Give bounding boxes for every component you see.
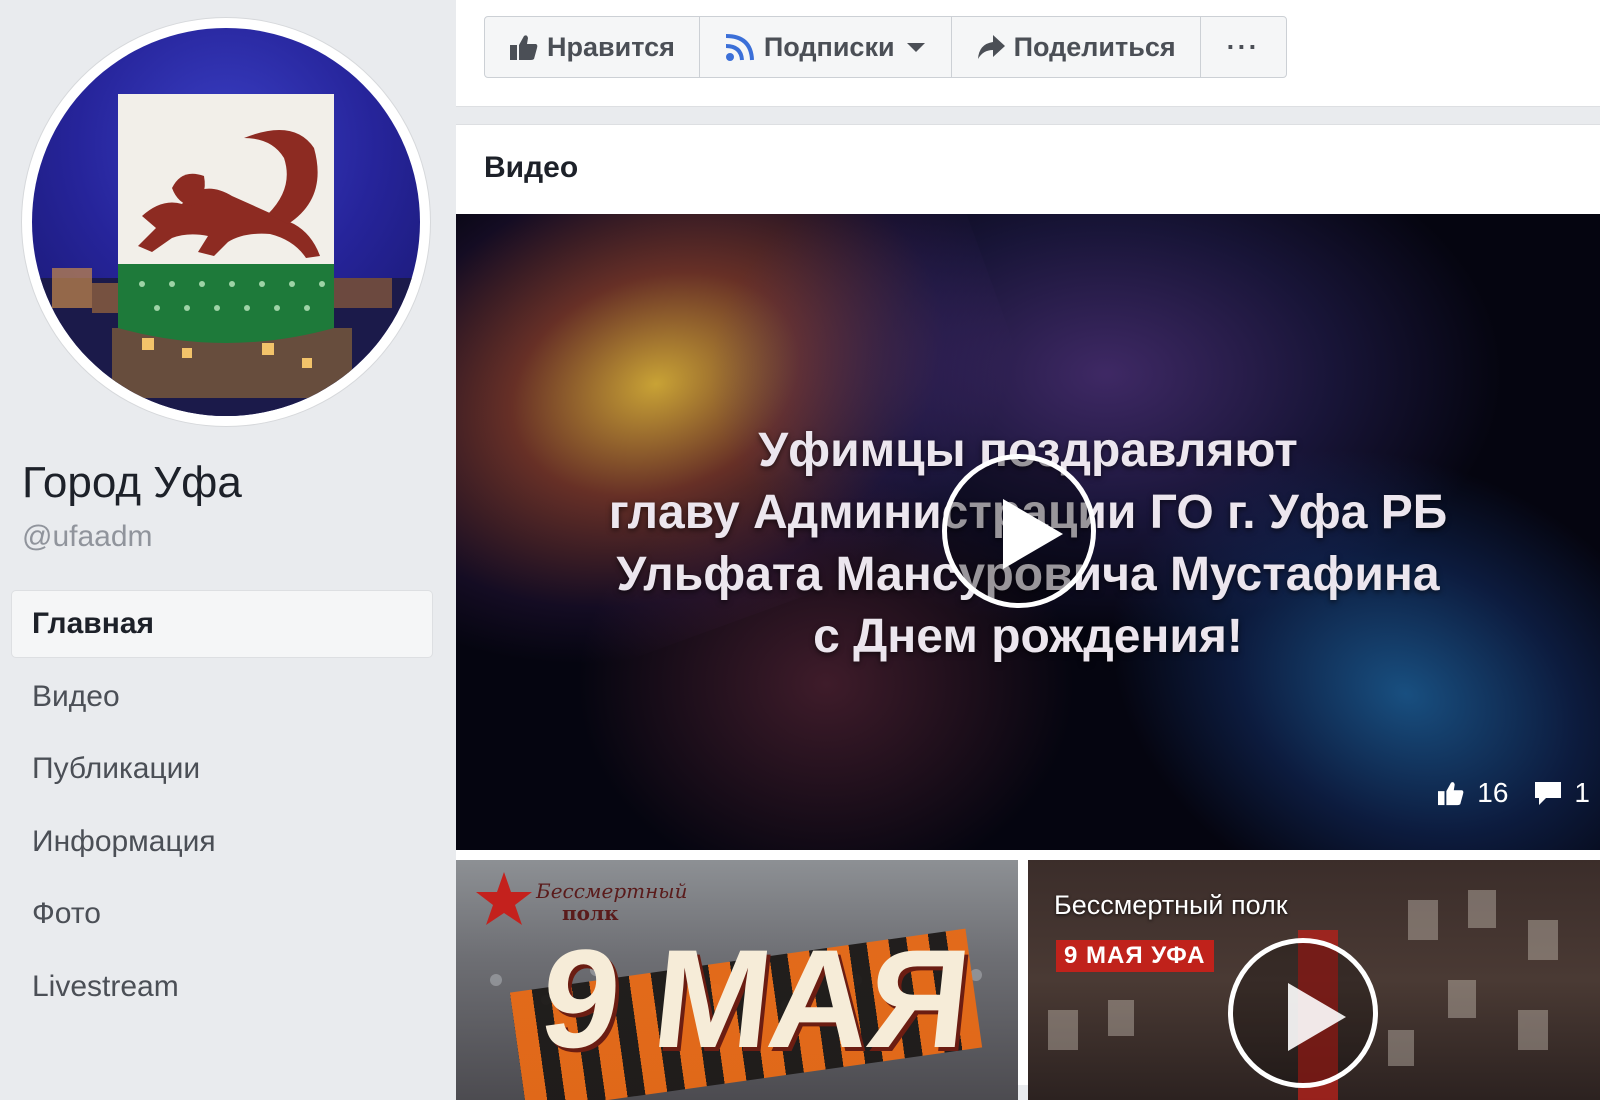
profile-picture [32, 28, 420, 416]
nav-item-videos[interactable]: Видео [12, 664, 432, 730]
follow-button-label: Подписки [763, 31, 895, 62]
follow-button[interactable]: Подписки [700, 17, 952, 77]
video-thumbnail[interactable]: Бессмертный полк 9 МАЯ УФА [1028, 860, 1600, 1100]
page-actions-bar: Нравится Подписки Поделиться ··· [456, 0, 1600, 107]
left-sidebar: Город Уфа @ufaadm Главная Видео Публикац… [0, 0, 456, 1067]
share-button[interactable]: Поделиться [952, 17, 1201, 77]
page-nav: Главная Видео Публикации Информация Фото… [12, 591, 432, 1026]
thumbnail-caption: Бессмертный полк [1054, 890, 1288, 920]
rss-icon [725, 34, 754, 61]
thumbs-up-icon [1438, 782, 1464, 806]
like-button[interactable]: Нравится [485, 17, 700, 77]
comment-count: 1 [1574, 777, 1590, 808]
share-arrow-icon [977, 35, 1005, 59]
page-title[interactable]: Город Уфа [22, 458, 242, 508]
nav-item-livestream[interactable]: Livestream [12, 954, 432, 1020]
nav-item-posts[interactable]: Публикации [12, 736, 432, 802]
may-9-title: 9 МАЯ [533, 920, 976, 1077]
nav-item-photos[interactable]: Фото [12, 881, 432, 947]
video-thumbnail[interactable]: Бессмертный полк 9 МАЯ [456, 860, 1018, 1100]
video-stats: 16 1 [1437, 777, 1600, 809]
play-button-icon[interactable] [942, 454, 1096, 608]
star-logo-icon [476, 872, 532, 925]
thumbs-up-icon [510, 35, 538, 60]
more-button[interactable]: ··· [1201, 17, 1286, 77]
video-comments: 1 [1534, 777, 1590, 809]
action-button-group: Нравится Подписки Поделиться ··· [484, 16, 1287, 78]
may-9-ufa-badge: 9 МАЯ УФА [1056, 940, 1214, 972]
play-button-icon[interactable] [1228, 938, 1378, 1088]
like-button-label: Нравится [547, 31, 675, 62]
polk-logo-line: Бессмертный [536, 879, 688, 903]
overlay-line: с Днем рождения! [813, 610, 1243, 663]
videos-card: Видео Уфимцы поздравляют главу Администр… [456, 124, 1600, 1100]
profile-avatar[interactable] [22, 18, 430, 426]
comment-icon [1535, 782, 1562, 805]
caret-down-icon [906, 43, 925, 52]
page-handle[interactable]: @ufaadm [22, 520, 153, 554]
nav-item-home[interactable]: Главная [12, 591, 432, 657]
like-count: 16 [1477, 777, 1509, 808]
more-dots-icon: ··· [1226, 31, 1260, 62]
featured-video[interactable]: Уфимцы поздравляют главу Администрации Г… [456, 214, 1600, 850]
ufa-coat-of-arms-icon [32, 94, 420, 416]
video-likes: 16 [1437, 777, 1508, 809]
videos-section-title[interactable]: Видео [484, 151, 578, 185]
nav-item-about[interactable]: Информация [12, 809, 432, 875]
share-button-label: Поделиться [1013, 31, 1176, 62]
